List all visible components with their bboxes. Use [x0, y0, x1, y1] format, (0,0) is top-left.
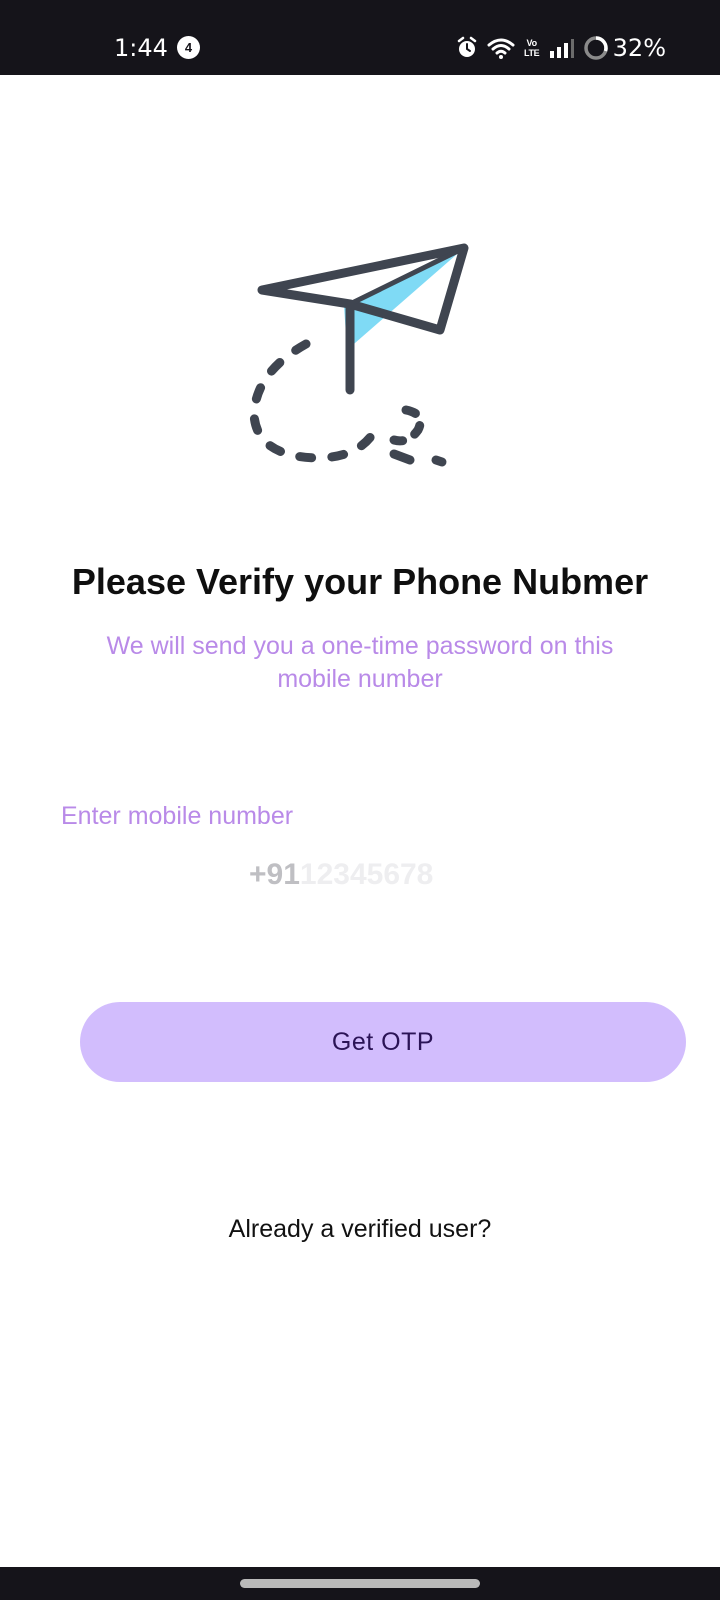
signal-icon: [549, 37, 575, 59]
get-otp-button[interactable]: Get OTP: [80, 1002, 686, 1082]
paper-plane-icon: [249, 243, 469, 467]
page-title: Please Verify your Phone Nubmer: [71, 561, 649, 602]
battery-percentage: 32%: [612, 34, 666, 62]
country-code: +91: [249, 858, 300, 891]
already-verified-link[interactable]: Already a verified user?: [0, 1213, 720, 1245]
status-bar: 1:44 4 Vo LTE 32%: [0, 0, 720, 75]
navigation-bar: [0, 1567, 720, 1600]
battery-ring-icon: [583, 35, 609, 61]
status-time: 1:44: [114, 34, 168, 62]
alarm-icon: [455, 36, 479, 60]
wifi-icon: [487, 36, 515, 60]
status-icons: Vo LTE 32%: [455, 33, 666, 63]
phone-number-field: +91: [249, 855, 470, 895]
mobile-number-label: Enter mobile number: [61, 802, 294, 830]
page-subtitle: We will send you a one-time password on …: [106, 632, 614, 693]
paper-plane-illustration: [244, 238, 476, 478]
notification-count-badge: 4: [177, 36, 200, 59]
volte-label: Vo LTE: [523, 38, 540, 58]
home-gesture-handle[interactable]: [240, 1579, 480, 1588]
mobile-number-input[interactable]: [299, 858, 470, 892]
